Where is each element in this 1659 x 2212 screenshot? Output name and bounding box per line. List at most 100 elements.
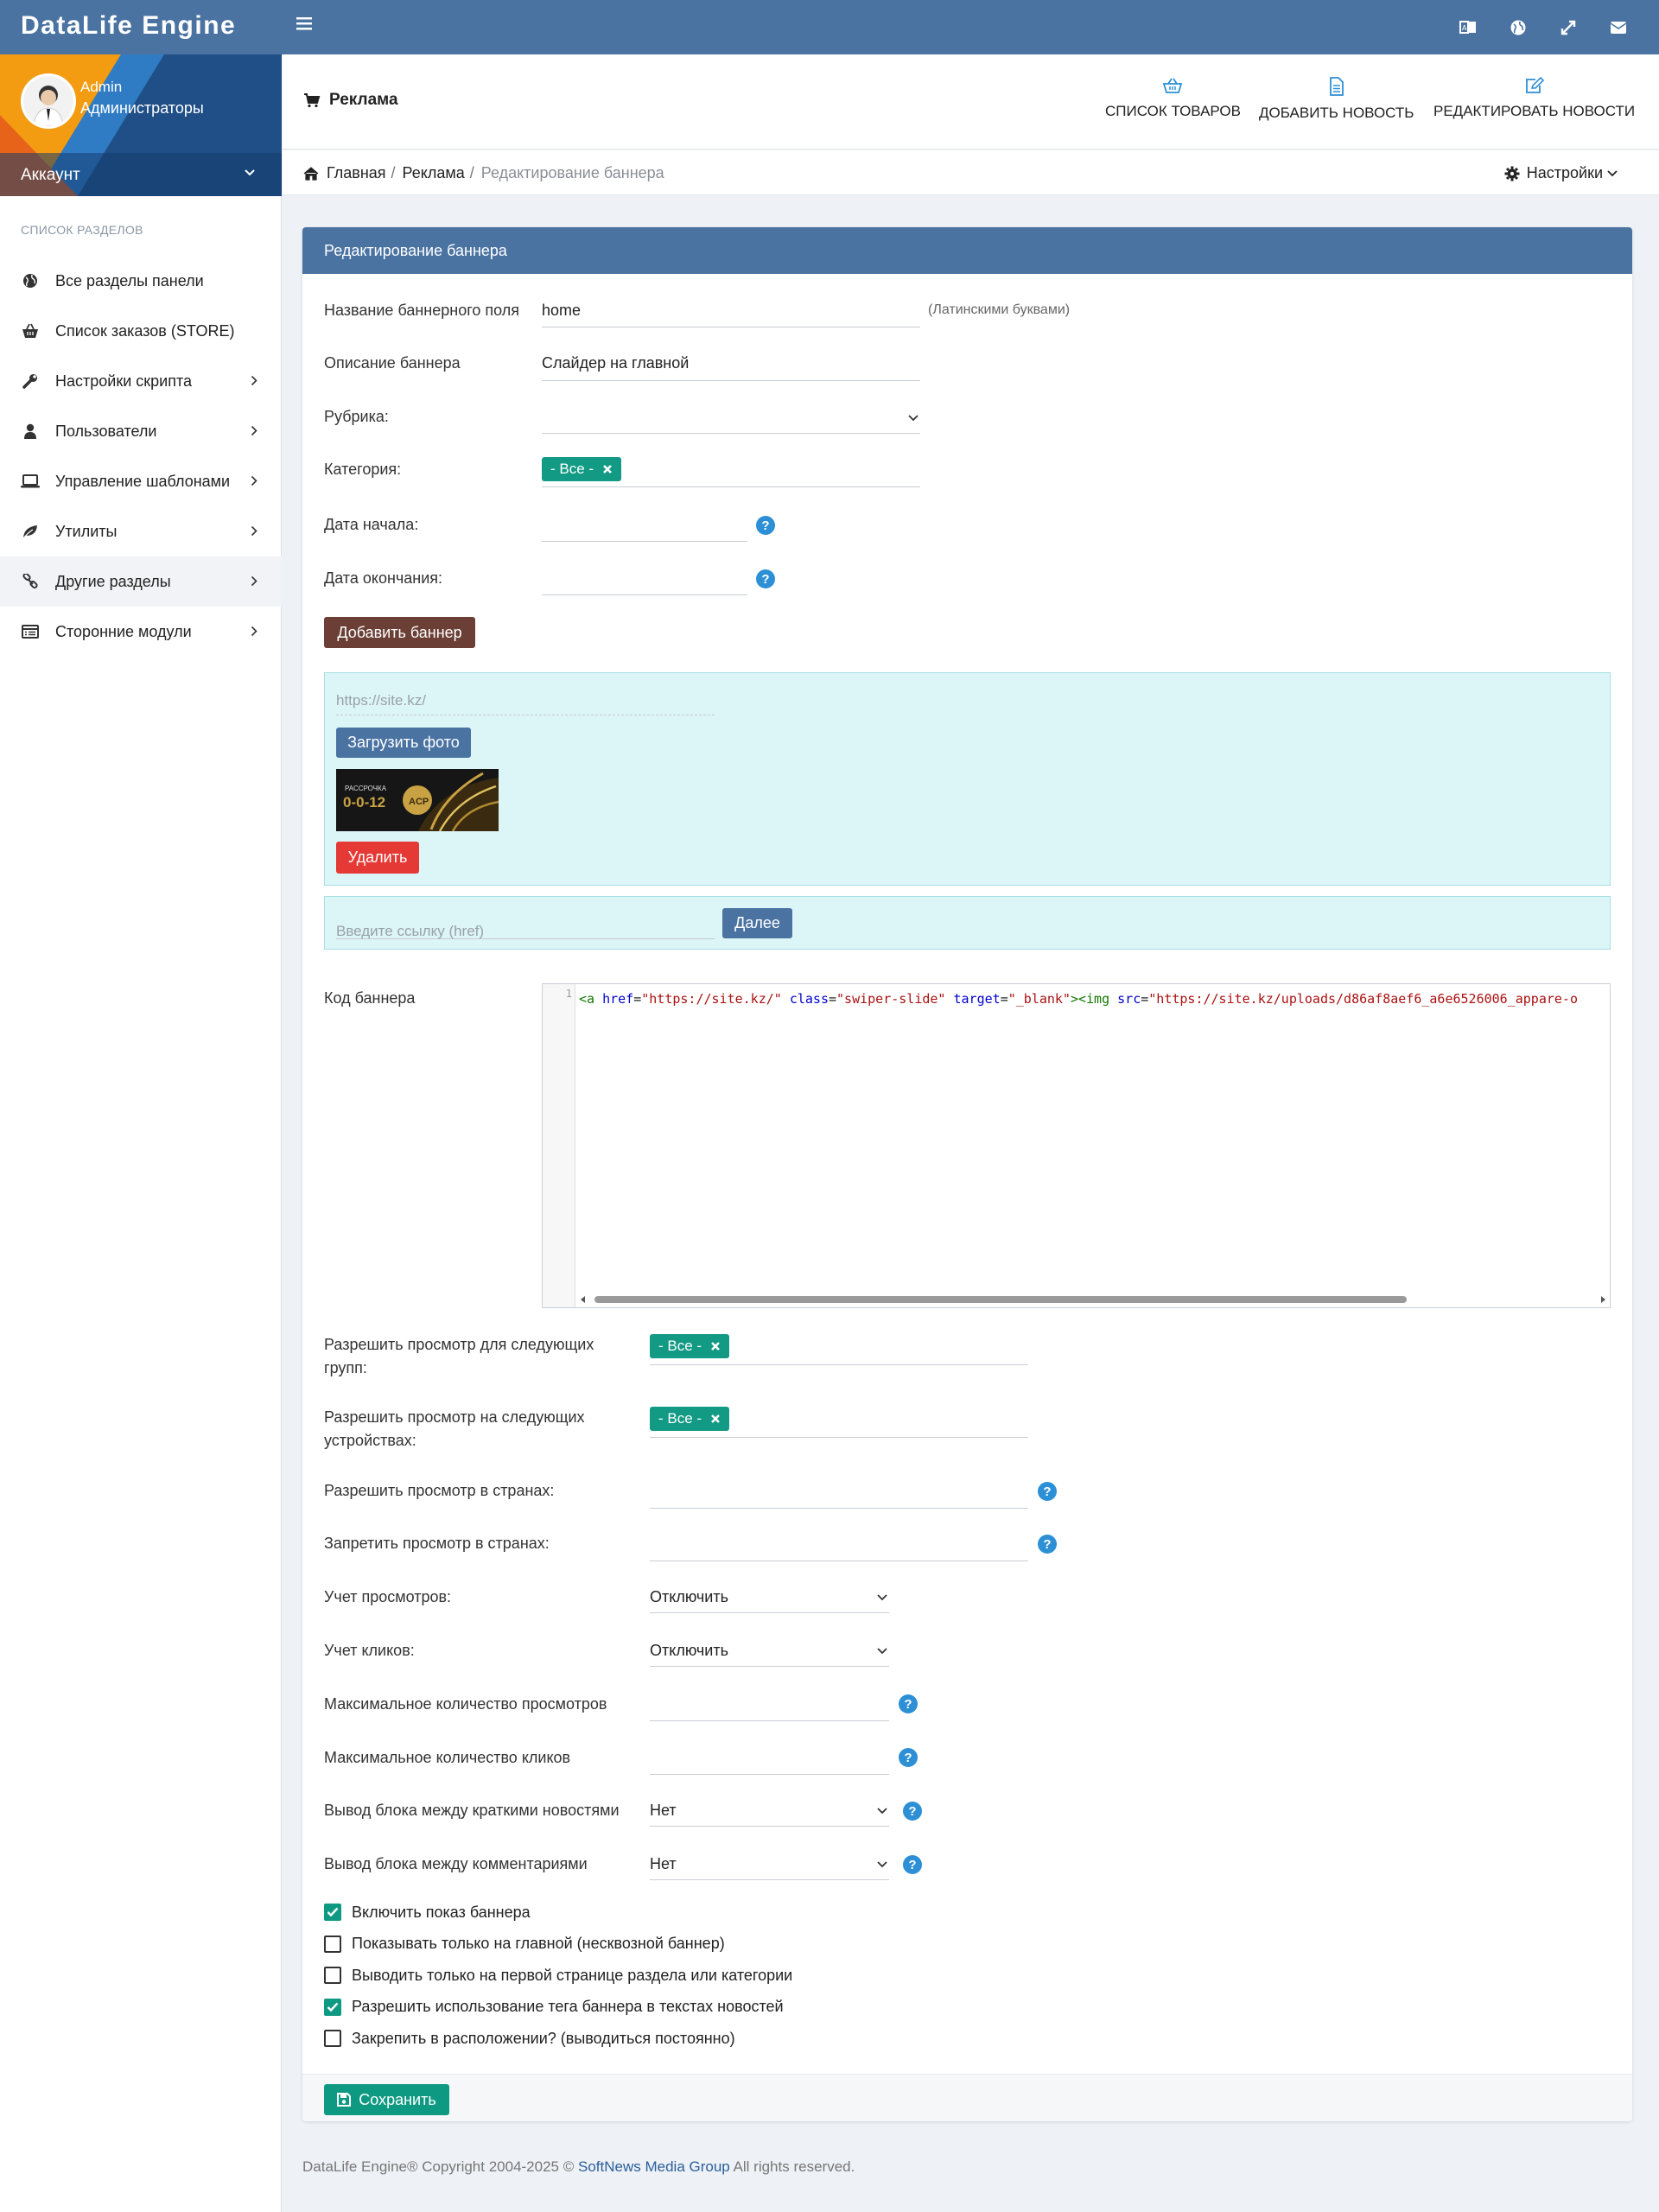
hamburger-menu-icon[interactable] [296,16,312,30]
image-url-input[interactable]: https://site.kz/ [336,684,715,715]
checkbox[interactable] [324,1967,341,1985]
breadcrumb-home[interactable]: Главная [327,164,386,182]
quick-link-add-news[interactable]: ДОБАВИТЬ НОВОСТЬ [1259,77,1414,122]
banner-code-editor[interactable]: 1 <a href="https://site.kz/" class="swip… [542,983,1611,1308]
envelope-icon[interactable] [1593,0,1643,54]
account-dropdown[interactable]: Аккаунт [0,153,282,196]
help-icon[interactable]: ? [899,1748,918,1767]
add-banner-button[interactable]: Добавить баннер [324,617,475,648]
sidebar: Admin Администраторы Аккаунт СПИСОК РАЗД… [0,54,282,2212]
sidebar-item-store-orders[interactable]: Список заказов (STORE) [0,306,282,356]
sidebar-item-script-settings[interactable]: Настройки скрипта [0,356,282,406]
help-icon[interactable]: ? [899,1694,918,1713]
deny-countries-input[interactable] [650,1529,1028,1561]
between-comments-label: Вывод блока между комментариями [324,1855,588,1872]
code-token: "_blank" [1007,991,1071,1007]
footer-link[interactable]: SoftNews Media Group [578,2158,730,2175]
chevron-down-icon [877,1647,887,1654]
sidebar-item-other-sections[interactable]: Другие разделы [0,556,282,607]
footer-rights: All rights reserved. [733,2158,855,2175]
help-icon[interactable]: ? [903,1855,922,1874]
globe-icon[interactable] [1493,0,1543,54]
breadcrumb-section[interactable]: Реклама [403,164,465,182]
groups-select[interactable]: - Все - [650,1332,1028,1365]
start-date-input[interactable] [542,510,747,542]
end-date-input[interactable] [542,563,747,595]
max-clicks-input[interactable] [650,1743,889,1775]
save-button[interactable]: Сохранить [324,2084,449,2115]
checkbox[interactable] [324,1998,341,2016]
next-button[interactable]: Далее [722,908,792,938]
code-token: src [1117,991,1141,1007]
svg-text:0-0-12: 0-0-12 [343,794,385,810]
clicks-tracking-select[interactable]: Отключить [650,1636,889,1667]
href-input[interactable]: Введите ссылку (href) [336,907,715,939]
sidebar-section-title: СПИСОК РАЗДЕЛОВ [21,223,143,237]
avatar[interactable] [21,73,76,129]
help-icon[interactable]: ? [756,516,775,535]
delete-image-button[interactable]: Удалить [336,842,419,874]
floppy-icon [337,2093,352,2107]
max-views-input[interactable] [650,1689,889,1721]
allow-countries-input[interactable] [650,1476,1028,1509]
checkbox-row[interactable]: Показывать только на главной (несквозной… [324,1929,1102,1961]
sidebar-item-utilities[interactable]: Утилиты [0,506,282,556]
help-icon[interactable]: ? [756,569,775,588]
checkbox[interactable] [324,1904,341,1922]
checkbox-row[interactable]: Закрепить в расположении? (выводиться по… [324,2023,1102,2055]
deny-countries-label: Запретить просмотр в странах: [324,1535,550,1552]
quick-link-products[interactable]: СПИСОК ТОВАРОВ [1105,77,1241,120]
chevron-down-icon [1607,169,1618,176]
edit-icon [1525,77,1544,93]
breadcrumb-bar: Главная / Реклама / Редактирование банне… [283,150,1659,195]
sidebar-item-users[interactable]: Пользователи [0,406,282,456]
sidebar-item-templates[interactable]: Управление шаблонами [0,456,282,506]
devices-tag[interactable]: - Все - [650,1407,730,1431]
checkbox-row[interactable]: Включить показ баннера [324,1897,1102,1929]
rubric-select[interactable] [542,403,920,434]
brand-logo[interactable]: DataLife Engine [21,11,236,41]
close-icon[interactable] [710,1341,721,1351]
chevron-down-icon [244,168,256,177]
chevron-right-icon [251,425,257,436]
help-icon[interactable]: ? [1038,1535,1057,1554]
page-header: Реклама СПИСОК ТОВАРОВ ДОБАВИТЬ НОВОСТЬ … [283,54,1659,149]
help-icon[interactable]: ? [903,1802,922,1821]
breadcrumb-current: Редактирование баннера [480,164,664,181]
chevron-down-icon [877,1860,887,1867]
devices-select[interactable]: - Все - [650,1405,1028,1438]
settings-dropdown[interactable]: Настройки [1504,164,1618,182]
wrench-icon [21,372,40,391]
help-icon[interactable]: ? [1038,1482,1057,1501]
quick-link-edit-news[interactable]: РЕДАКТИРОВАТЬ НОВОСТИ [1433,77,1635,120]
description-label: Описание баннера [324,354,461,372]
banner-name-input[interactable]: home [542,297,920,327]
category-tag[interactable]: - Все - [542,457,622,481]
groups-tag[interactable]: - Все - [650,1334,730,1358]
close-icon[interactable] [602,464,613,474]
checkbox-label: Показывать только на главной (несквозной… [352,1935,725,1953]
sidebar-item-all-sections[interactable]: Все разделы панели [0,256,282,306]
page-title: Реклама [303,91,398,110]
between-short-select[interactable]: Нет [650,1796,889,1827]
between-comments-select[interactable]: Нет [650,1849,889,1880]
close-icon[interactable] [710,1414,721,1424]
checkbox[interactable] [324,1935,341,1953]
upload-photo-button[interactable]: Загрузить фото [336,728,471,758]
checkbox[interactable] [324,2030,341,2048]
code-line-number: 1 [565,988,572,1000]
panel-title: Редактирование баннера [324,242,507,259]
category-select[interactable]: - Все - [542,454,920,487]
horizontal-scrollbar[interactable] [575,1292,1611,1307]
code-token: = [829,991,837,1007]
code-token: = [1000,991,1008,1007]
code-token: = [633,991,642,1007]
checkbox-row[interactable]: Выводить только на первой странице разде… [324,1960,1102,1992]
fullscreen-icon[interactable] [1543,0,1593,54]
sidebar-item-third-party-modules[interactable]: Сторонние модули [0,607,282,657]
translate-icon[interactable]: A [1443,0,1493,54]
leaf-icon [21,522,40,541]
description-input[interactable]: Слайдер на главной [542,350,920,381]
checkbox-row[interactable]: Разрешить использование тега баннера в т… [324,1992,1102,2024]
views-tracking-select[interactable]: Отключить [650,1582,889,1613]
